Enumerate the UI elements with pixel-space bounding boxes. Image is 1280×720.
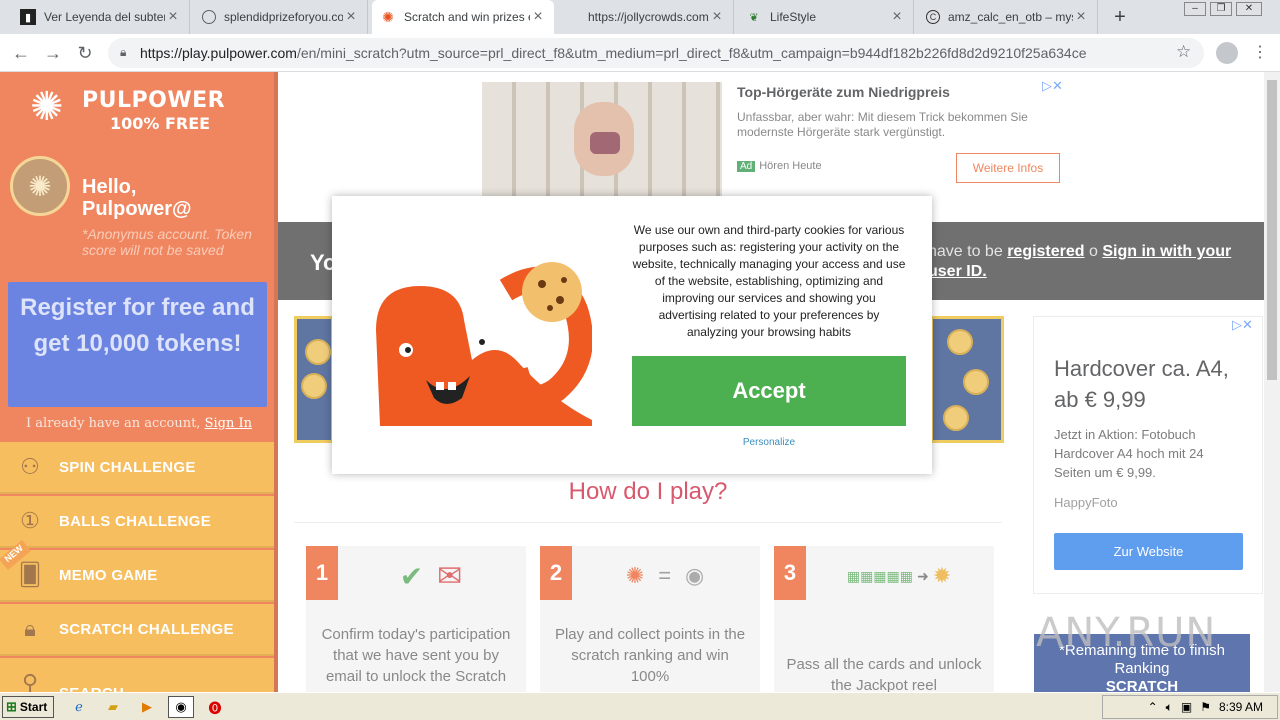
folder-icon[interactable]: ▰ xyxy=(104,698,122,716)
address-bar[interactable]: 🔒︎ https://play.pulpower.com/en/mini_scr… xyxy=(108,38,1204,68)
back-icon[interactable]: ← xyxy=(10,42,32,64)
tray-arrow-icon[interactable]: ⌃ xyxy=(1148,700,1158,714)
menu-kebab-icon[interactable]: ⋮ xyxy=(1252,42,1268,62)
url-path: /en/mini_scratch?utm_source=prl_direct_f… xyxy=(296,45,1087,61)
volume-icon[interactable]: 🔈︎ xyxy=(1166,700,1173,715)
tab-title: https://jollycrowds.com/ xyxy=(588,10,709,24)
windows-logo-icon: ⊞ xyxy=(6,699,17,714)
c-icon: C xyxy=(926,10,940,24)
flag-icon[interactable]: ⚑ xyxy=(1200,700,1211,714)
clock: 8:39 AM xyxy=(1218,700,1263,714)
leaf-icon: ❦ xyxy=(749,11,759,24)
profile-avatar-icon[interactable] xyxy=(1216,42,1238,64)
tab-1[interactable]: splendidprizeforyou.com × xyxy=(194,0,368,34)
start-label: Start xyxy=(19,700,48,714)
close-icon[interactable]: × xyxy=(889,8,905,26)
tab-4[interactable]: ❦ LifeStyle × xyxy=(738,0,914,34)
tab-5[interactable]: C amz_calc_en_otb – mysi × xyxy=(918,0,1098,34)
tab-3[interactable]: https://jollycrowds.com/ × xyxy=(558,0,734,34)
octopus-icon: ✺ xyxy=(382,8,394,25)
lock-icon: 🔒︎ xyxy=(120,45,127,59)
cookie-text: We use our own and third-party cookies f… xyxy=(632,223,906,339)
watermark: ANY.RUN xyxy=(1036,610,1217,656)
chrome-taskbar-icon[interactable]: ◉ xyxy=(168,696,194,718)
close-icon[interactable]: × xyxy=(1073,8,1089,26)
accept-cookies-button[interactable]: Accept xyxy=(632,356,906,426)
system-tray: ⌃ 🔈︎ ▣ ⚑ 8:39 AM xyxy=(1102,695,1278,719)
minimize-button[interactable]: – xyxy=(1184,2,1206,16)
personalize-cookies-link[interactable]: Personalize xyxy=(632,437,906,448)
cookie-consent-dialog: We use our own and third-party cookies f… xyxy=(332,196,932,474)
security-warning-icon[interactable]: ⓿ xyxy=(206,698,224,716)
close-icon[interactable]: × xyxy=(165,8,181,26)
reload-icon[interactable]: ↻ xyxy=(74,42,96,64)
window-close-button[interactable]: ✕ xyxy=(1236,2,1262,16)
tab-title: splendidprizeforyou.com xyxy=(224,10,343,24)
page-viewport: ✺ PULPOWER 100% FREE ✺ Hello, Pulpower@ … xyxy=(0,72,1264,692)
browser-toolbar: ← → ↻ 🔒︎ https://play.pulpower.com/en/mi… xyxy=(0,34,1280,72)
tab-0[interactable]: ▮ Ver Leyenda del subterrá × xyxy=(12,0,190,34)
ie-icon[interactable]: ℯ xyxy=(70,698,88,716)
tab-title: Ver Leyenda del subterrá xyxy=(44,10,165,24)
tab-2-active[interactable]: ✺ Scratch and win prizes e × xyxy=(372,0,554,34)
close-icon[interactable]: × xyxy=(530,8,546,26)
globe-icon xyxy=(202,10,216,24)
windows-taskbar: ⊞ Start ℯ ▰ ▶ ◉ ⓿ ⌃ 🔈︎ ▣ ⚑ 8:39 AM xyxy=(0,692,1280,720)
close-icon[interactable]: × xyxy=(709,8,725,26)
tab-strip: ▮ Ver Leyenda del subterrá × splendidpri… xyxy=(0,0,1280,34)
start-button[interactable]: ⊞ Start xyxy=(2,696,54,718)
url-host: https://play.pulpower.com xyxy=(140,45,297,61)
restore-button[interactable]: ❐ xyxy=(1210,2,1232,16)
film-icon: ▮ xyxy=(20,9,36,25)
close-icon[interactable]: × xyxy=(343,8,359,26)
bookmark-star-icon[interactable]: ☆ xyxy=(1176,42,1191,62)
tab-title: Scratch and win prizes e xyxy=(404,10,530,24)
page-scrollbar[interactable] xyxy=(1264,72,1280,692)
network-icon[interactable]: ▣ xyxy=(1181,700,1192,714)
new-tab-button[interactable]: + xyxy=(1108,5,1132,29)
url-text[interactable]: https://play.pulpower.com/en/mini_scratc… xyxy=(140,45,1087,61)
tab-title: amz_calc_en_otb – mysi xyxy=(948,10,1073,24)
scrollbar-thumb[interactable] xyxy=(1267,80,1277,380)
octopus-cookie-illustration xyxy=(376,262,592,426)
media-player-icon[interactable]: ▶ xyxy=(138,698,156,716)
tab-title: LifeStyle xyxy=(770,10,817,24)
modal-backdrop: We use our own and third-party cookies f… xyxy=(0,72,1264,692)
forward-icon[interactable]: → xyxy=(42,42,64,64)
